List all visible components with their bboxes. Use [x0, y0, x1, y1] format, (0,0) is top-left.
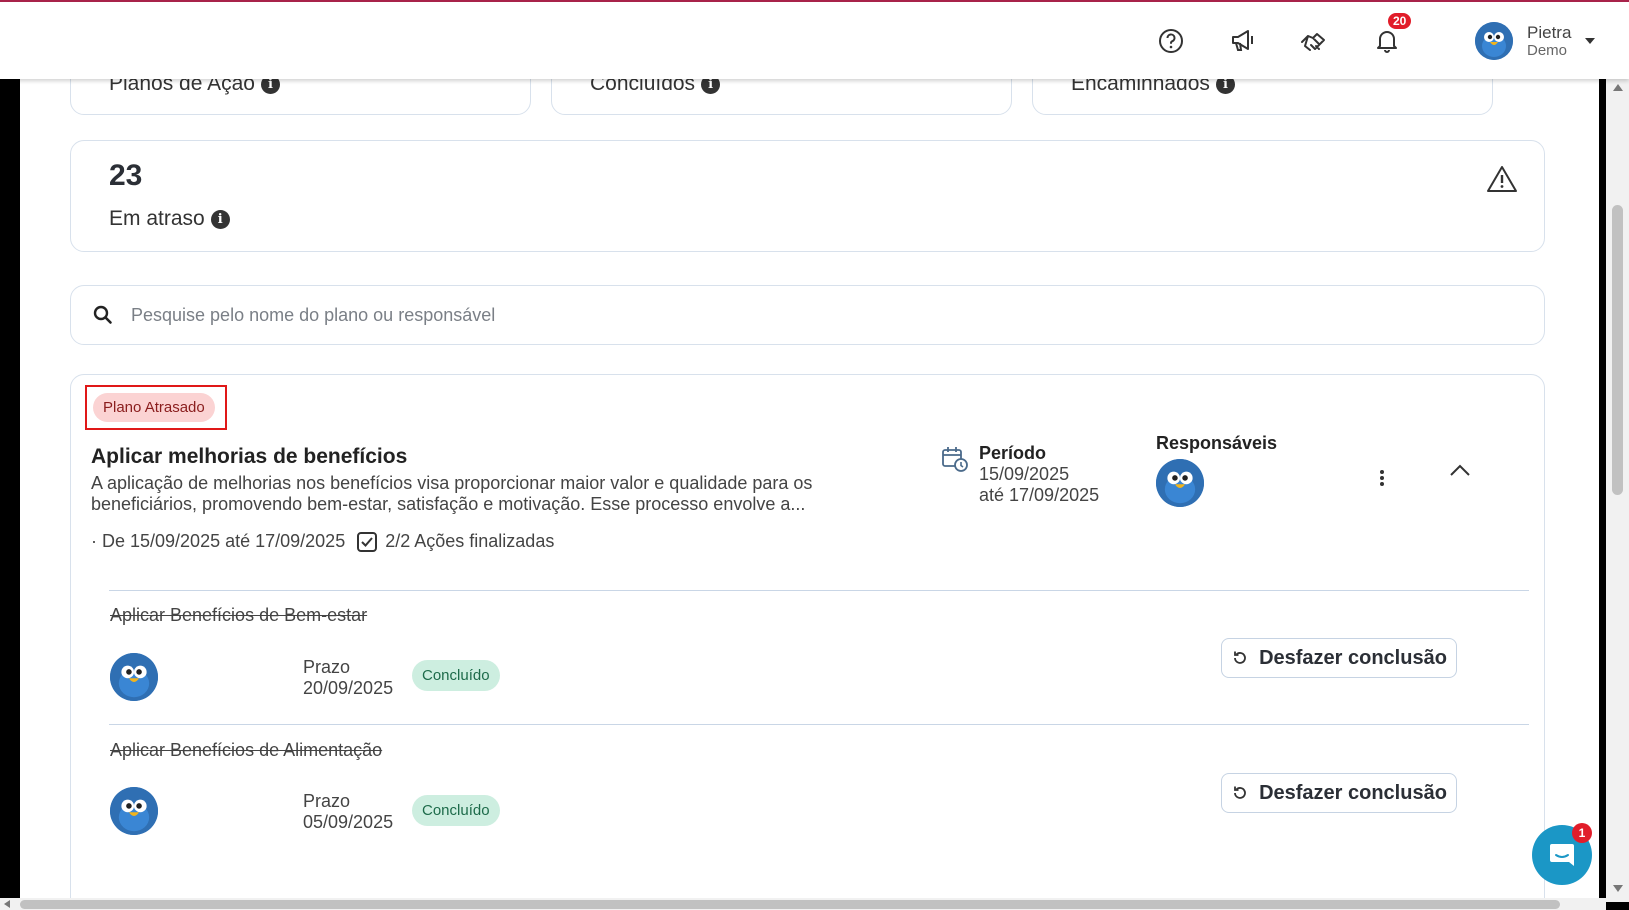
periodo-start: 15/09/2025 [979, 464, 1070, 484]
help-icon[interactable] [1156, 26, 1186, 56]
main-content: Planos de Ação i Concluídos i Encaminhad… [20, 79, 1599, 902]
prazo-label: Prazo [303, 657, 351, 677]
chat-badge: 1 [1572, 823, 1592, 843]
undo-icon [1234, 786, 1246, 799]
periodo-label: Período [979, 443, 1047, 463]
info-icon[interactable]: i [210, 209, 230, 229]
plan-description-line-2: beneficiários, promovendo bem-estar, sat… [91, 494, 806, 514]
search-input[interactable] [131, 304, 1431, 326]
avatar[interactable] [1156, 459, 1204, 507]
chat-launcher-button[interactable]: 1 [1532, 823, 1592, 885]
avatar [1475, 22, 1513, 60]
plan-title[interactable]: Aplicar melhorias de benefícios [91, 445, 407, 469]
prazo-date: 05/09/2025 [303, 812, 394, 832]
stat-label-encaminhados: Encaminhados [1071, 79, 1210, 95]
scroll-up-arrow-icon[interactable] [1613, 84, 1623, 91]
plan-meta: · De 15/09/2025 até 17/09/2025 2/2 Ações… [91, 531, 554, 552]
user-menu[interactable]: Pietra Demo [1475, 22, 1596, 60]
action-title[interactable]: Aplicar Benefícios de Alimentação [110, 740, 382, 761]
undo-completion-button[interactable]: Desfazer conclusão [1221, 773, 1457, 813]
atraso-value: 23 [109, 159, 143, 192]
status-badge: Plano Atrasado [93, 393, 215, 422]
prazo: Prazo 05/09/2025 [303, 791, 393, 833]
bell-icon[interactable]: 20 [1372, 13, 1412, 56]
undo-completion-label: Desfazer conclusão [1259, 646, 1447, 669]
warning-icon [1486, 165, 1518, 198]
chevron-down-icon[interactable] [1585, 38, 1596, 44]
action-title[interactable]: Aplicar Benefícios de Bem-estar [110, 605, 367, 626]
megaphone-icon[interactable] [1228, 26, 1258, 56]
stat-card-encaminhados: Encaminhados i [1032, 79, 1493, 115]
info-icon[interactable]: i [1215, 79, 1235, 94]
stat-label-concluidos: Concluídos [590, 79, 696, 95]
prazo-label: Prazo [303, 791, 351, 811]
plan-description: A aplicação de melhorias nos benefícios … [91, 473, 851, 515]
undo-icon [1234, 651, 1246, 664]
handshake-icon[interactable] [1300, 26, 1330, 56]
divider [109, 590, 1529, 591]
plan-description-line-1: A aplicação de melhorias nos benefícios … [91, 473, 813, 493]
top-bar: 20 Pietra Demo [0, 0, 1629, 79]
status-highlight: Plano Atrasado [85, 385, 227, 430]
periodo: Período 15/09/2025 até 17/09/2025 [941, 443, 1099, 506]
calendar-clock-icon [942, 447, 968, 472]
notification-badge: 20 [1388, 13, 1412, 29]
info-icon[interactable]: i [260, 79, 280, 94]
scroll-down-arrow-icon[interactable] [1613, 885, 1623, 892]
plan-date-range: · De 15/09/2025 até 17/09/2025 [91, 531, 346, 551]
periodo-end: até 17/09/2025 [979, 485, 1100, 505]
horizontal-scrollbar-thumb[interactable] [20, 900, 1560, 909]
more-options-icon[interactable] [1379, 470, 1385, 491]
prazo-date: 20/09/2025 [303, 678, 394, 698]
info-icon[interactable]: i [701, 79, 721, 94]
vertical-scrollbar-thumb[interactable] [1612, 205, 1623, 495]
stat-label-planos: Planos de Ação [109, 79, 255, 95]
atraso-label: Em atraso [109, 207, 205, 230]
search-bar [70, 285, 1545, 345]
stat-card-atraso: 23 Em atraso i [70, 140, 1545, 252]
checkbox-icon [357, 531, 378, 552]
user-subtitle: Demo [1527, 42, 1568, 59]
avatar [110, 653, 158, 701]
undo-completion-button[interactable]: Desfazer conclusão [1221, 638, 1457, 678]
responsaveis-label: Responsáveis [1156, 433, 1278, 453]
avatar [110, 787, 158, 835]
divider [109, 724, 1529, 725]
chat-icon [1550, 844, 1574, 866]
stat-card-concluidos: Concluídos i [551, 79, 1012, 115]
plan-card: Plano Atrasado Aplicar melhorias de bene… [70, 374, 1545, 902]
search-icon [93, 305, 112, 324]
status-badge: Concluído [412, 660, 500, 691]
status-badge: Concluído [412, 795, 500, 826]
stat-card-planos: Planos de Ação i [70, 79, 531, 115]
prazo: Prazo 20/09/2025 [303, 657, 393, 699]
chevron-up-icon[interactable] [1449, 463, 1471, 482]
scroll-left-arrow-icon[interactable] [4, 900, 10, 908]
undo-completion-label: Desfazer conclusão [1259, 781, 1447, 804]
user-name: Pietra [1527, 23, 1572, 42]
plan-actions-done: 2/2 Ações finalizadas [385, 531, 555, 551]
